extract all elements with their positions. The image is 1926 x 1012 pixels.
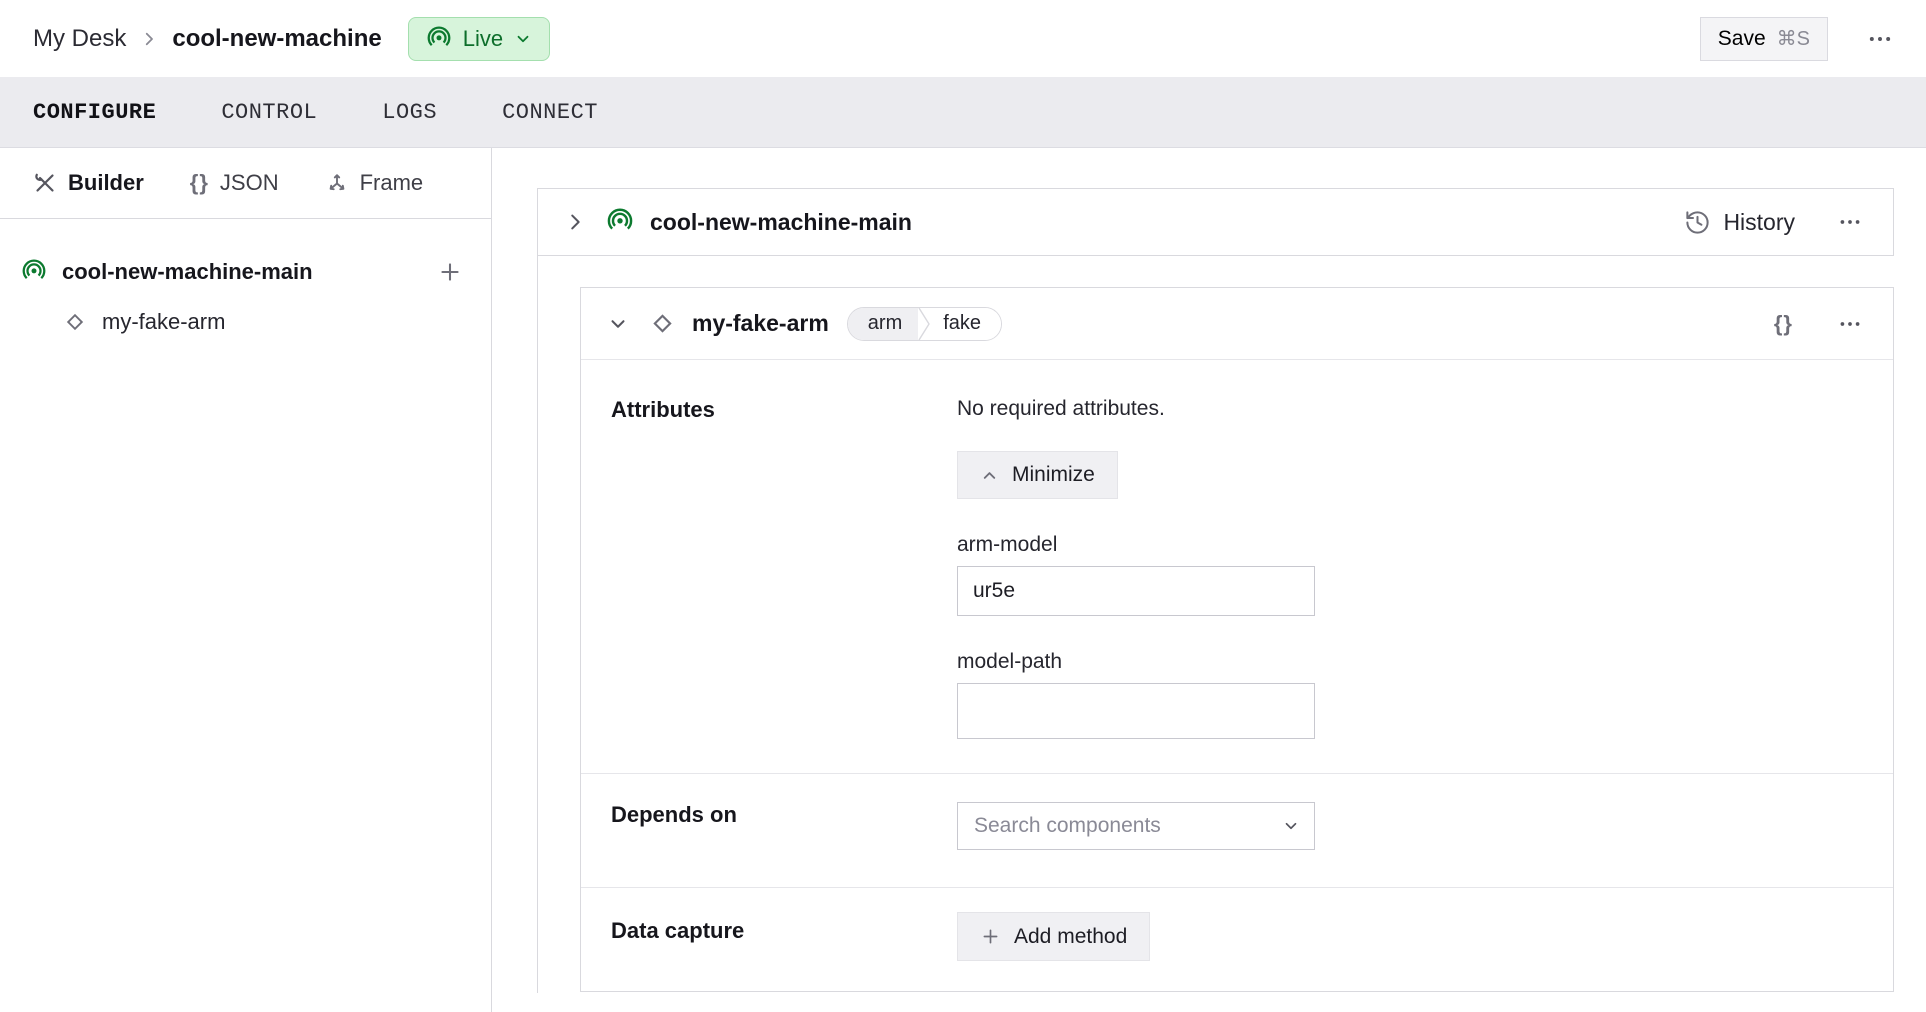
depends-on-body: Search components: [957, 802, 1893, 887]
attributes-section: Attributes No required attributes. Minim…: [581, 360, 1893, 774]
braces-icon: {}: [190, 170, 209, 196]
ellipsis-icon: [1866, 25, 1894, 53]
view-tab-frame[interactable]: Frame: [325, 170, 424, 196]
component-card-title: my-fake-arm: [692, 310, 829, 337]
app-window: My Desk cool-new-machine Live Save ⌘S: [0, 0, 1926, 1012]
tab-connect[interactable]: CONNECT: [502, 100, 598, 125]
tree-connector-line: [537, 256, 538, 993]
breadcrumb: My Desk cool-new-machine: [33, 25, 382, 53]
minimize-button[interactable]: Minimize: [957, 451, 1118, 499]
badge-divider-chevron: [918, 308, 931, 340]
arm-model-label: arm-model: [957, 533, 1893, 557]
diamond-icon: [649, 310, 676, 337]
add-component-button[interactable]: [435, 257, 465, 287]
no-required-attributes-text: No required attributes.: [957, 397, 1893, 421]
view-tab-json[interactable]: {} JSON: [190, 170, 279, 196]
chevron-down-icon: [514, 30, 532, 48]
attributes-section-body: No required attributes. Minimize arm-mod…: [957, 397, 1893, 773]
view-mode-tabs: Builder {} JSON Frame: [0, 148, 491, 219]
attributes-section-label: Attributes: [611, 397, 957, 773]
tools-icon: [33, 171, 57, 195]
data-capture-section: Data capture Add method: [581, 888, 1893, 993]
braces-icon: {}: [1774, 311, 1793, 337]
data-capture-body: Add method: [957, 912, 1893, 993]
main-content: cool-new-machine-main History: [493, 148, 1926, 1012]
component-card-menu-button[interactable]: [1833, 307, 1867, 341]
minimize-label: Minimize: [1012, 463, 1095, 487]
component-card-header: my-fake-arm arm fake {}: [581, 288, 1893, 360]
ellipsis-icon: [1837, 209, 1863, 235]
plus-icon: [437, 259, 463, 285]
add-method-label: Add method: [1014, 925, 1127, 949]
view-tab-frame-label: Frame: [360, 170, 424, 196]
plus-icon: [980, 926, 1001, 947]
broadcast-icon: [426, 26, 452, 52]
chevron-down-icon: [607, 313, 629, 335]
view-tab-json-label: JSON: [220, 170, 279, 196]
save-button[interactable]: Save ⌘S: [1700, 17, 1828, 61]
component-type-badge: arm fake: [847, 307, 1002, 341]
arm-model-input[interactable]: [957, 566, 1315, 616]
tab-configure[interactable]: CONFIGURE: [33, 100, 156, 125]
tab-logs[interactable]: LOGS: [382, 100, 437, 125]
sidebar: Builder {} JSON Frame cool-new-machine-m…: [0, 148, 492, 1012]
model-path-label: model-path: [957, 650, 1893, 674]
tree-item-arm-label: my-fake-arm: [102, 309, 225, 335]
top-bar: My Desk cool-new-machine Live Save ⌘S: [0, 0, 1926, 77]
chevron-right-icon: [140, 30, 158, 48]
top-bar-actions: Save ⌘S: [1700, 17, 1898, 61]
history-button[interactable]: History: [1684, 209, 1795, 236]
badge-model-label: fake: [931, 308, 1001, 340]
depends-on-placeholder: Search components: [974, 814, 1161, 838]
broadcast-icon: [21, 259, 47, 285]
depends-on-section: Depends on Search components: [581, 774, 1893, 888]
chevron-up-icon: [980, 466, 999, 485]
badge-type-label: arm: [848, 308, 918, 340]
primary-tab-bar: CONFIGURE CONTROL LOGS CONNECT: [0, 77, 1926, 148]
tree-item-machine-main[interactable]: cool-new-machine-main: [0, 247, 491, 297]
add-method-button[interactable]: Add method: [957, 912, 1150, 961]
tree-item-machine-label: cool-new-machine-main: [62, 259, 313, 285]
view-tab-builder-label: Builder: [68, 170, 144, 196]
component-tree: cool-new-machine-main my-fake-arm: [0, 219, 491, 347]
history-icon: [1684, 209, 1711, 236]
ellipsis-icon: [1837, 311, 1863, 337]
chevron-down-icon: [1282, 817, 1300, 835]
expand-machine-button[interactable]: [564, 211, 586, 233]
history-label: History: [1723, 209, 1795, 236]
save-shortcut: ⌘S: [1777, 26, 1810, 51]
status-label: Live: [463, 26, 503, 52]
breadcrumb-parent-link[interactable]: My Desk: [33, 25, 126, 53]
breadcrumb-current: cool-new-machine: [172, 25, 381, 53]
component-json-button[interactable]: {}: [1770, 307, 1797, 341]
chevron-right-icon: [564, 211, 586, 233]
machine-card-title: cool-new-machine-main: [650, 209, 912, 236]
machine-card: cool-new-machine-main History: [537, 188, 1894, 256]
component-card-actions: {}: [1770, 307, 1867, 341]
data-capture-label: Data capture: [611, 912, 957, 993]
diamond-icon: [63, 310, 87, 334]
collapse-component-button[interactable]: [607, 313, 629, 335]
depends-on-label: Depends on: [611, 802, 957, 887]
machine-status-badge[interactable]: Live: [408, 17, 550, 61]
tree-item-my-fake-arm[interactable]: my-fake-arm: [0, 297, 491, 347]
machine-card-actions: History: [1684, 205, 1867, 239]
save-label: Save: [1718, 27, 1766, 51]
machine-card-menu-button[interactable]: [1833, 205, 1867, 239]
frame-axes-icon: [325, 171, 349, 195]
broadcast-icon: [606, 208, 634, 236]
depends-on-select[interactable]: Search components: [957, 802, 1315, 850]
model-path-input[interactable]: [957, 683, 1315, 739]
component-card: my-fake-arm arm fake {}: [580, 287, 1894, 992]
tab-control[interactable]: CONTROL: [221, 100, 317, 125]
header-overflow-menu-button[interactable]: [1862, 21, 1898, 57]
view-tab-builder[interactable]: Builder: [33, 170, 144, 196]
